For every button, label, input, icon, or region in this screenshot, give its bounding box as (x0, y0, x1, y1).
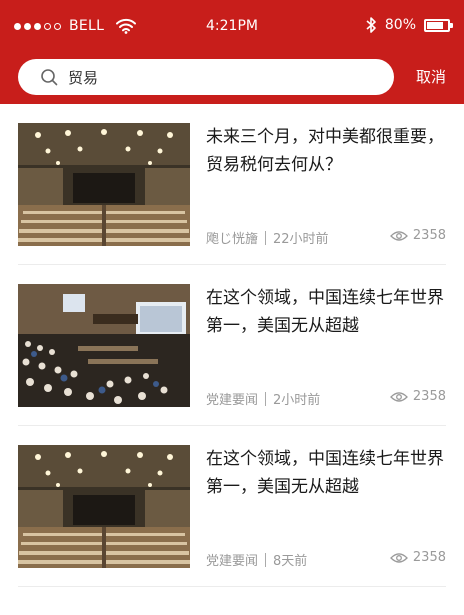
view-count: 2358 (412, 389, 446, 404)
article-thumbnail[interactable] (18, 445, 190, 568)
article-list: 未来三个月，对中美都很重要，贸易税何去何从？ 飑じ恍旝 22小时前 2358 在… (0, 104, 464, 587)
search-icon (41, 69, 58, 86)
view-count: 2358 (412, 228, 446, 243)
divider (265, 391, 267, 406)
search-input[interactable] (68, 68, 368, 86)
article-thumbnail[interactable] (18, 284, 190, 407)
article-meta: 飑じ恍旝 22小时前 (206, 228, 329, 247)
article-views: 2358 (389, 389, 446, 404)
view-count: 2358 (412, 550, 446, 565)
article-source: 党建要闻 (206, 393, 259, 408)
conference-hall-image (18, 123, 190, 246)
article-meta: 党建要闻 8天前 (206, 550, 307, 569)
list-item[interactable]: 在这个领域，中国连续七年世界第一，美国无从超越 党建要闻 8天前 2358 (18, 426, 446, 587)
article-time: 22小时前 (273, 232, 329, 247)
battery-fill (427, 21, 443, 29)
article-title[interactable]: 在这个领域，中国连续七年世界第一，美国无从超越 (206, 284, 446, 340)
search-bar[interactable] (18, 59, 394, 95)
article-source: 党建要闻 (206, 554, 259, 569)
divider (265, 230, 267, 245)
article-thumbnail[interactable] (18, 123, 190, 246)
conference-meeting-image (18, 284, 190, 407)
eye-icon (389, 552, 408, 563)
battery-percent: 80% (384, 17, 416, 33)
eye-icon (389, 230, 408, 241)
article-meta: 党建要闻 2小时前 (206, 389, 320, 408)
article-source: 飑じ恍旝 (206, 232, 259, 247)
article-time: 8天前 (273, 554, 308, 569)
article-title[interactable]: 未来三个月，对中美都很重要，贸易税何去何从？ (206, 123, 446, 179)
cancel-button[interactable]: 取消 (416, 66, 446, 87)
status-right: 80% (365, 16, 453, 34)
article-views: 2358 (389, 228, 446, 243)
list-item[interactable]: 未来三个月，对中美都很重要，贸易税何去何从？ 飑じ恍旝 22小时前 2358 (18, 104, 446, 265)
battery-icon (424, 18, 453, 32)
header: BELL 4:21PM 80% 取消 (0, 0, 464, 104)
bluetooth-icon (366, 17, 376, 33)
article-title[interactable]: 在这个领域，中国连续七年世界第一，美国无从超越 (206, 445, 446, 501)
divider (265, 552, 267, 567)
article-time: 2小时前 (273, 393, 321, 408)
article-views: 2358 (389, 550, 446, 565)
list-item[interactable]: 在这个领域，中国连续七年世界第一，美国无从超越 党建要闻 2小时前 2358 (18, 265, 446, 426)
eye-icon (389, 391, 408, 402)
conference-hall-image (18, 445, 190, 568)
status-bar: BELL 4:21PM 80% (0, 0, 464, 56)
